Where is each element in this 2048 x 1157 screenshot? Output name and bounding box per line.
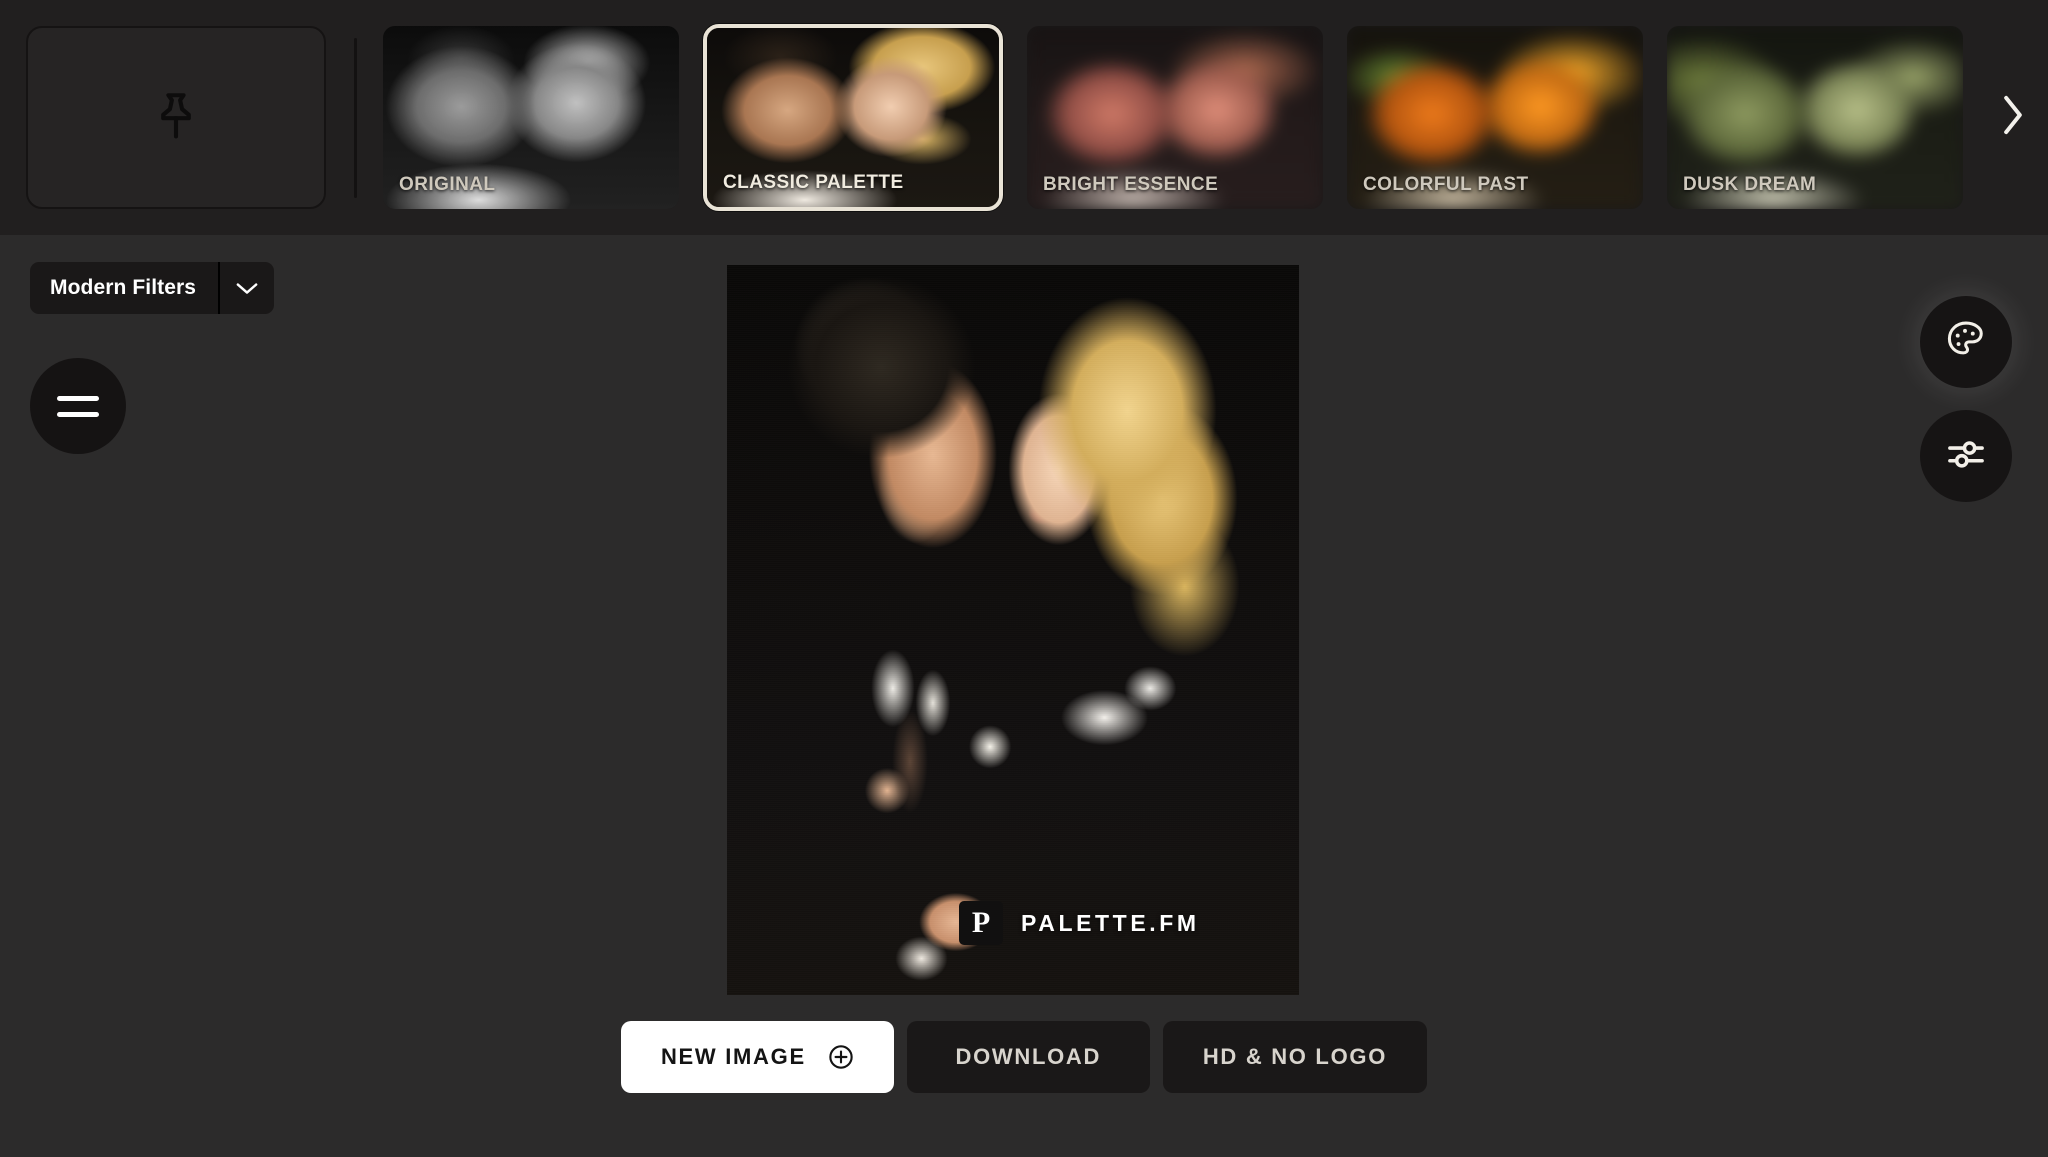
palette-tool-button[interactable] xyxy=(1920,296,2012,388)
app-root: ORIGINAL CLASSIC PALETTE BRIGHT ESSENCE … xyxy=(0,0,2048,1157)
hamburger-menu-icon-line-1 xyxy=(57,395,99,401)
chevron-right-icon xyxy=(1998,91,2028,144)
filter-thumb-label: DUSK DREAM xyxy=(1683,174,1817,195)
filter-group-dropdown[interactable]: Modern Filters xyxy=(30,262,275,314)
new-image-button[interactable]: NEW IMAGE xyxy=(620,1021,894,1093)
download-button[interactable]: DOWNLOAD xyxy=(906,1021,1150,1093)
hd-no-logo-button[interactable]: HD & NO LOGO xyxy=(1162,1021,1428,1093)
filter-thumb-label: ORIGINAL xyxy=(399,174,496,195)
new-image-label: NEW IMAGE xyxy=(660,1044,806,1069)
watermark: P PALETTE.FM xyxy=(959,901,1200,945)
pin-placeholder-card[interactable] xyxy=(26,26,326,209)
download-label: DOWNLOAD xyxy=(955,1044,1102,1069)
filter-thumb-bright-essence[interactable]: BRIGHT ESSENCE xyxy=(1027,26,1323,209)
filter-thumb-label: CLASSIC PALETTE xyxy=(723,172,904,193)
action-bar: NEW IMAGE DOWNLOAD HD & NO LOGO xyxy=(0,1021,2048,1093)
filter-thumb-label: COLORFUL PAST xyxy=(1363,174,1529,195)
filter-filmstrip: ORIGINAL CLASSIC PALETTE BRIGHT ESSENCE … xyxy=(0,0,2048,235)
plus-circle-icon xyxy=(828,1044,854,1070)
right-tool-rail xyxy=(1920,296,2012,502)
filter-thumb-colorful-past[interactable]: COLORFUL PAST xyxy=(1347,26,1643,209)
filmstrip-next-button[interactable] xyxy=(1978,0,2048,235)
filter-thumb-original[interactable]: ORIGINAL xyxy=(383,26,679,209)
chevron-down-icon[interactable] xyxy=(220,262,274,314)
watermark-text: PALETTE.FM xyxy=(1021,909,1200,936)
filter-group-label: Modern Filters xyxy=(50,276,197,299)
filter-thumb-classic-palette[interactable]: CLASSIC PALETTE xyxy=(703,24,1003,211)
menu-toggle-button[interactable] xyxy=(30,358,126,454)
colorized-image-canvas: P PALETTE.FM xyxy=(727,265,1299,995)
hamburger-menu-icon-line-2 xyxy=(57,411,99,417)
filter-thumbnail-list: ORIGINAL CLASSIC PALETTE BRIGHT ESSENCE … xyxy=(383,0,2048,235)
hd-no-logo-label: HD & NO LOGO xyxy=(1202,1044,1388,1069)
filter-thumb-dusk-dream[interactable]: DUSK DREAM xyxy=(1667,26,1963,209)
adjustments-tool-button[interactable] xyxy=(1920,410,2012,502)
sliders-icon xyxy=(1944,432,1988,481)
colorized-photo xyxy=(727,265,1299,995)
palette-icon xyxy=(1944,318,1988,367)
palette-logo-mark: P xyxy=(959,901,1003,945)
filter-thumb-label: BRIGHT ESSENCE xyxy=(1043,174,1219,195)
filmstrip-divider xyxy=(354,37,357,198)
pushpin-icon xyxy=(150,89,202,147)
